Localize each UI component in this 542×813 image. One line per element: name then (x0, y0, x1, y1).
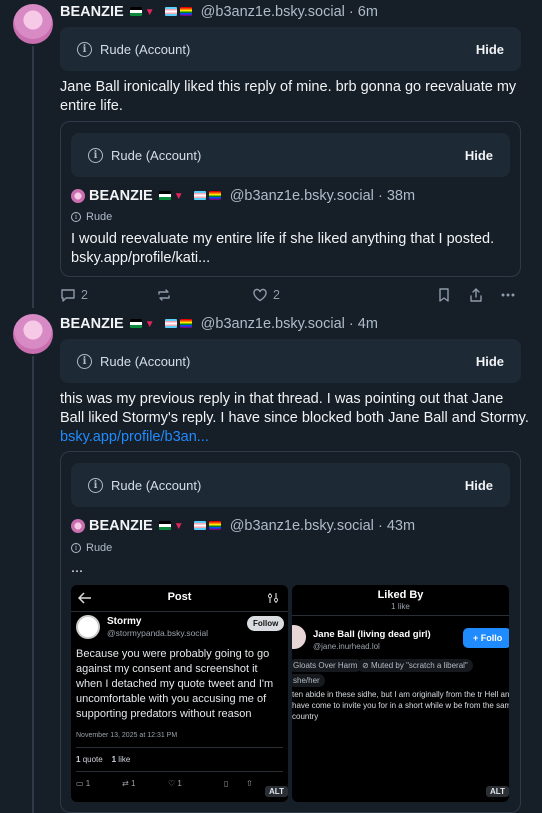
moderation-label: Rude (Account) (111, 147, 202, 163)
reply-icon (61, 289, 75, 302)
quote-text: I would reevaluate my entire life if she… (71, 231, 495, 266)
bookmark-button[interactable] (436, 287, 452, 303)
quote-header: BEANZIE ▼ @b3anz1e.bsky.social · 43m (71, 514, 415, 538)
like-button[interactable]: 2 (252, 287, 280, 303)
post-time[interactable]: 4m (358, 316, 378, 332)
author-handle[interactable]: @b3anz1e.bsky.social (201, 316, 345, 332)
post-header: BEANZIE ▼ @b3anz1e.bsky.social · 6m (60, 0, 378, 24)
info-icon: i (88, 477, 103, 493)
author-handle[interactable]: @b3anz1e.bsky.social (201, 4, 345, 20)
label-tag: ⊘ Muted by "scratch a liberal" (357, 659, 473, 672)
post-text: this was my previous reply in that threa… (60, 391, 529, 445)
jane-avatar (292, 625, 306, 649)
post-link[interactable]: bsky.app/profile/b3an... (60, 429, 209, 445)
alt-badge[interactable]: ALT (265, 786, 288, 797)
follow-button: Follow (247, 616, 285, 631)
flag-emojis: ▼ (158, 514, 224, 538)
screenshot-stats: 1 quote 1 like (76, 755, 131, 764)
quote-author-name: BEANZIE (89, 187, 153, 204)
quote-post[interactable]: i Rude (Account) Hide BEANZIE ▼ @b3anz1e… (60, 451, 521, 813)
quote-author-avatar (71, 189, 85, 203)
stormy-name: Stormy (107, 616, 142, 627)
moderation-warning: i Rude (Account) Hide (60, 339, 521, 383)
repost-icon (158, 289, 170, 301)
quote-author-avatar (71, 519, 85, 533)
quote-header: BEANZIE ▼ @b3anz1e.bsky.social · 38m (71, 184, 415, 208)
follow-button: + Follo (463, 628, 509, 648)
liked-by-title: Liked By (377, 589, 424, 601)
author-name[interactable]: BEANZIE (60, 4, 124, 20)
reply-button[interactable]: 2 (60, 287, 88, 303)
share-button[interactable] (468, 287, 484, 303)
quote-label: i Rude (71, 211, 112, 223)
quote-label: i Rude (71, 542, 112, 554)
alt-badge[interactable]: ALT (486, 786, 509, 797)
label-tag: Gloats Over Harm (292, 659, 363, 672)
thread-line (32, 356, 34, 813)
label-tag: she/her (292, 674, 325, 687)
hide-button[interactable]: Hide (476, 354, 504, 369)
screenshot-title: Post (167, 591, 192, 603)
screenshot-post-text: Because you were probably going to go ag… (76, 648, 274, 720)
quote-moderation-warning: i Rude (Account) Hide (71, 463, 510, 507)
repost-button[interactable] (156, 287, 172, 303)
moderation-label: Rude (Account) (100, 41, 191, 57)
post-text: Jane Ball ironically liked this reply of… (60, 79, 517, 114)
reply-count: 2 (81, 288, 88, 302)
info-icon: i (71, 212, 81, 222)
more-icon (501, 293, 515, 297)
jane-name: Jane Ball (living dead girl) (313, 629, 431, 640)
info-icon: i (77, 353, 92, 369)
jane-handle: @jane.inurhead.lol (313, 642, 380, 651)
jane-bio: ten abide in these sidhe, but I am origi… (292, 690, 509, 721)
embedded-image-post[interactable]: Post Stormy @stormypanda.bsky.social Fol… (71, 585, 288, 802)
bookmark-icon (439, 288, 449, 302)
share-icon (470, 288, 482, 302)
like-count: 2 (273, 288, 280, 302)
stormy-handle: @stormypanda.bsky.social (107, 628, 209, 638)
author-name[interactable]: BEANZIE (60, 316, 124, 332)
quote-moderation-warning: i Rude (Account) Hide (71, 133, 510, 177)
hide-button[interactable]: Hide (465, 148, 493, 163)
post-header: BEANZIE ▼ @b3anz1e.bsky.social · 4m (60, 312, 378, 336)
moderation-label: Rude (Account) (111, 477, 202, 493)
quote-author-handle: @b3anz1e.bsky.social (229, 187, 374, 204)
stormy-avatar (76, 615, 100, 639)
screenshot-date: November 13, 2025 at 12:31 PM (76, 732, 178, 739)
quote-author-name: BEANZIE (89, 517, 153, 534)
author-avatar[interactable] (13, 4, 53, 44)
quote-time: 43m (386, 517, 416, 534)
liked-by-subtitle: 1 like (391, 602, 410, 611)
moderation-warning: i Rude (Account) Hide (60, 27, 521, 71)
post-time[interactable]: 6m (358, 4, 378, 20)
info-icon: i (71, 543, 81, 553)
thread-settings-icon (267, 593, 279, 603)
quote-time: 38m (386, 187, 416, 204)
thread-line (32, 46, 34, 308)
info-icon: i (77, 41, 92, 57)
more-button[interactable] (500, 287, 516, 303)
quote-author-handle: @b3anz1e.bsky.social (229, 517, 374, 534)
embedded-image-liked-by[interactable]: Liked By 1 like Jane Ball (living dead g… (292, 585, 509, 802)
hide-button[interactable]: Hide (465, 478, 493, 493)
author-avatar[interactable] (13, 314, 53, 354)
moderation-label: Rude (Account) (100, 353, 191, 369)
quote-post[interactable]: i Rude (Account) Hide BEANZIE ▼ @b3anz1e… (60, 121, 521, 277)
info-icon: i (88, 147, 103, 163)
post-actions: 2 2 (60, 286, 525, 304)
hide-button[interactable]: Hide (476, 42, 504, 57)
flag-emojis: ▼ (129, 0, 195, 24)
flag-emojis: ▼ (129, 312, 195, 336)
quote-text: ... (71, 560, 84, 576)
flag-emojis: ▼ (158, 184, 224, 208)
heart-icon (253, 288, 267, 302)
